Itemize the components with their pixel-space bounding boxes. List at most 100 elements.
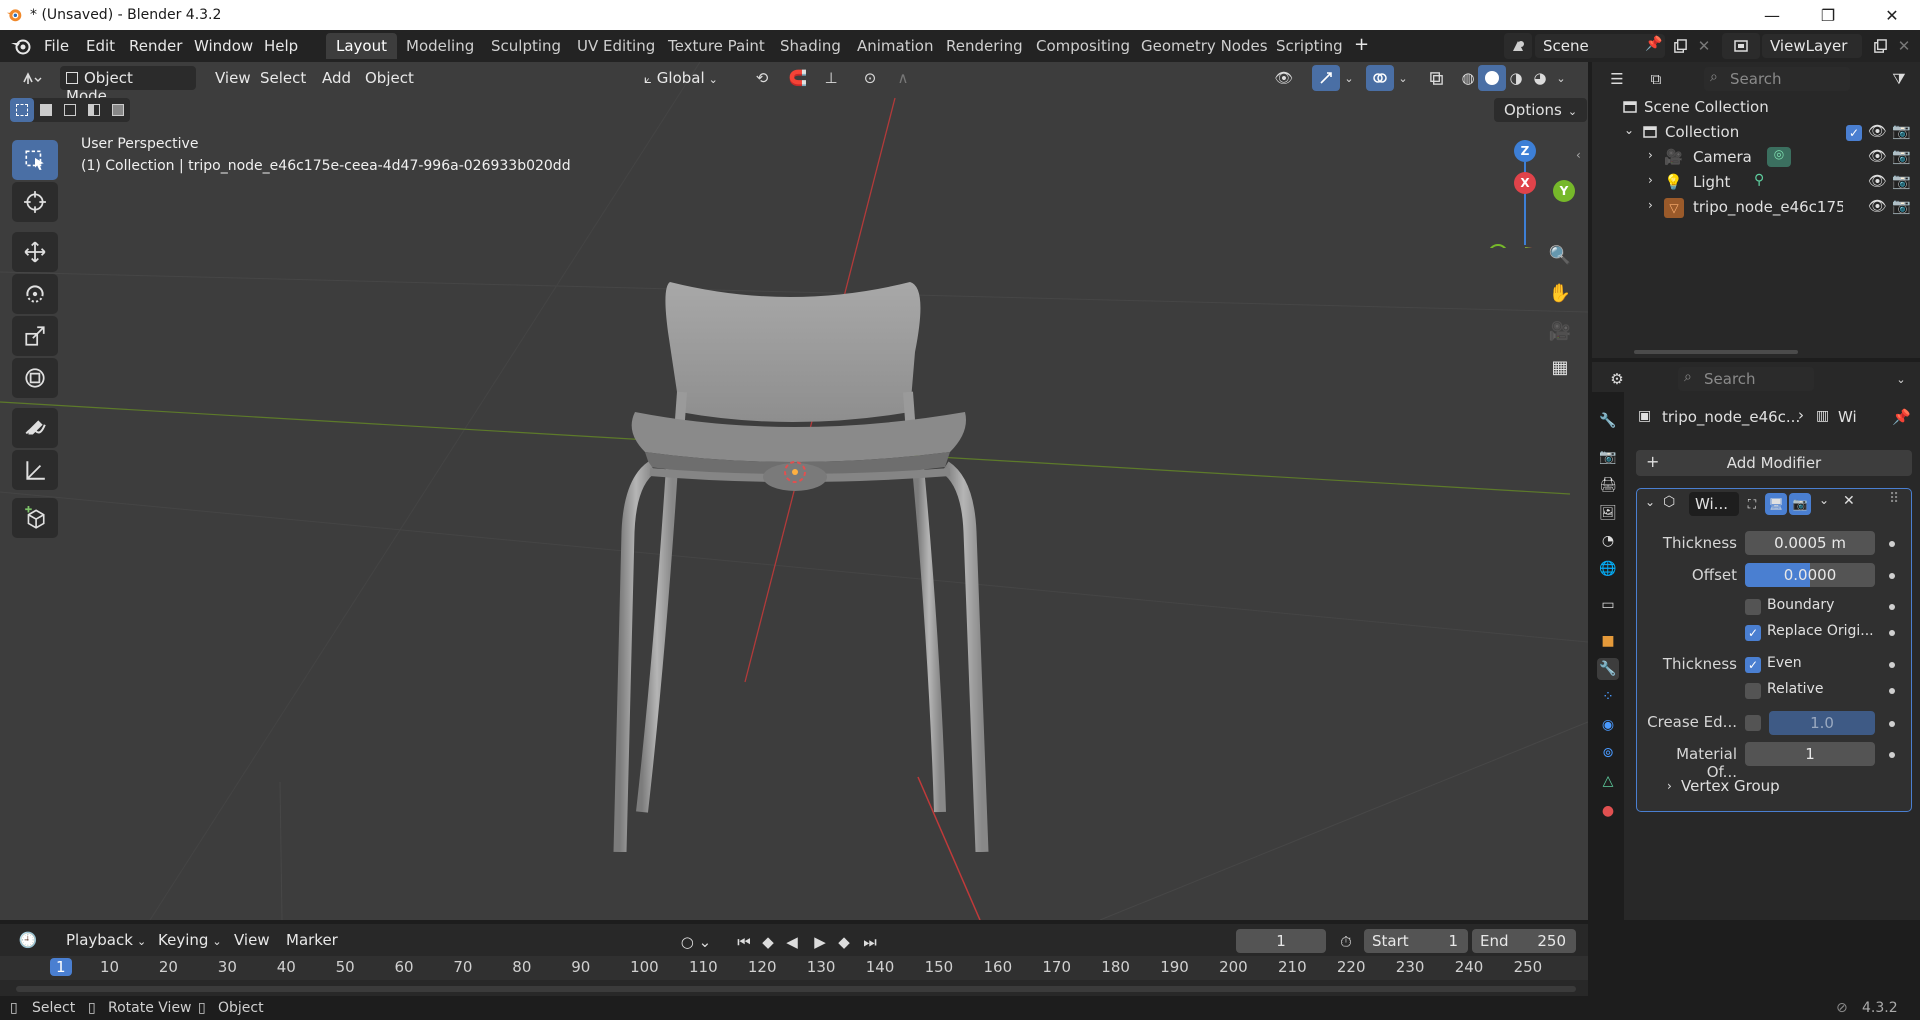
maximize-button[interactable]: ❐ xyxy=(1800,0,1856,30)
add-workspace-button[interactable]: + xyxy=(1348,32,1375,57)
breadcrumb-object[interactable]: tripo_node_e46c... xyxy=(1662,408,1800,426)
vertex-group-chevron-icon[interactable]: › xyxy=(1667,779,1672,793)
tab-geometry-nodes[interactable]: Geometry Nodes xyxy=(1131,33,1278,59)
modifier-menu-chevron-icon[interactable]: ⌄ xyxy=(1819,493,1829,507)
display-mode-icon[interactable]: ⧉ xyxy=(1638,66,1674,92)
vertex-group-subpanel[interactable]: Vertex Group xyxy=(1681,777,1780,795)
add-cube-tool[interactable] xyxy=(12,498,58,538)
proportional-editing-icon[interactable]: ⊙ xyxy=(856,65,884,91)
show-gizmo-icon[interactable] xyxy=(1312,65,1340,91)
cursor-tool[interactable] xyxy=(12,182,58,222)
pin-icon[interactable]: 📌 xyxy=(1892,408,1911,426)
select-box-tool[interactable] xyxy=(12,140,58,180)
properties-options-chevron-icon[interactable]: ⌄ xyxy=(1890,366,1912,392)
thickness-field[interactable]: 0.0005 m xyxy=(1745,531,1875,555)
measure-tool[interactable] xyxy=(12,450,58,490)
even-checkbox[interactable]: ✓ xyxy=(1745,657,1761,673)
gizmo-options-chevron-icon[interactable]: ⌄ xyxy=(1340,65,1358,91)
pan-hand-icon[interactable]: ✋ xyxy=(1545,278,1575,308)
filter-icon[interactable]: ⧩ xyxy=(1882,66,1916,92)
rotate-tool[interactable] xyxy=(12,274,58,314)
gizmo-y-axis[interactable]: Y xyxy=(1553,180,1575,202)
modifier-name-field[interactable]: Wi... xyxy=(1689,492,1739,516)
outliner-scrollbar[interactable] xyxy=(1634,350,1798,354)
overlay-options-chevron-icon[interactable]: ⌄ xyxy=(1394,65,1412,91)
delete-scene-icon[interactable]: ✕ xyxy=(1690,33,1718,59)
render-tab-icon[interactable]: 📷 xyxy=(1597,446,1619,468)
expand-camera-icon[interactable]: › xyxy=(1648,148,1653,162)
render-camera-icon[interactable]: 📷 xyxy=(1892,197,1911,215)
outliner-row-camera[interactable]: › 🎥 Camera ◎ 👁 📷 xyxy=(1592,146,1920,171)
tab-scripting[interactable]: Scripting xyxy=(1266,33,1353,59)
material-offset-field[interactable]: 1 xyxy=(1745,742,1875,766)
eye-icon[interactable]: 👁 xyxy=(1868,172,1887,190)
collapse-chevron-icon[interactable]: ⌄ xyxy=(1645,495,1655,509)
viewport-display-toggle-icon[interactable]: 🖥 xyxy=(1765,493,1787,515)
constraints-tab-icon[interactable]: ⊚ xyxy=(1597,742,1619,764)
falloff-icon[interactable]: ∧ xyxy=(886,65,920,91)
eye-icon[interactable]: 👁 xyxy=(1868,197,1887,215)
tab-modeling[interactable]: Modeling xyxy=(396,33,484,59)
camera-view-icon[interactable]: 🎥 xyxy=(1545,316,1575,346)
light-data-icon[interactable]: ⚲ xyxy=(1754,172,1764,188)
render-camera-icon[interactable]: 📷 xyxy=(1892,147,1911,165)
keyframe-dot[interactable] xyxy=(1889,721,1895,727)
delete-view-layer-icon[interactable]: ✕ xyxy=(1890,33,1918,59)
keyframe-dot[interactable] xyxy=(1889,630,1895,636)
chair-mesh[interactable] xyxy=(590,272,1010,852)
keyframe-dot[interactable] xyxy=(1889,752,1895,758)
select-new-icon[interactable] xyxy=(10,98,34,122)
keyframe-dot[interactable] xyxy=(1889,662,1895,668)
sidebar-toggle-icon[interactable]: ‹ xyxy=(1576,148,1581,162)
drag-handle-icon[interactable]: ⠿ xyxy=(1889,491,1899,507)
shading-options-chevron-icon[interactable]: ⌄ xyxy=(1552,65,1570,91)
current-frame-marker[interactable]: 1 xyxy=(50,958,72,976)
render-toggle-icon[interactable]: 📷 xyxy=(1789,493,1811,515)
ortho-grid-icon[interactable]: ▦ xyxy=(1545,352,1575,382)
snap-toggle-icon[interactable]: 🧲 xyxy=(784,65,812,91)
particles-tab-icon[interactable]: ⁘ xyxy=(1597,686,1619,708)
tab-layout[interactable]: Layout xyxy=(326,33,397,59)
menu-help[interactable]: Help xyxy=(258,35,304,57)
viewport-menu-view[interactable]: View xyxy=(209,67,257,89)
tab-shading[interactable]: Shading xyxy=(770,33,851,59)
data-tab-icon[interactable]: △ xyxy=(1597,770,1619,792)
view-layer-tab-icon[interactable]: 🖼 xyxy=(1597,502,1619,524)
viewport-menu-object[interactable]: Object xyxy=(359,67,420,89)
menu-edit[interactable]: Edit xyxy=(80,35,121,57)
show-overlays-icon[interactable] xyxy=(1366,65,1394,91)
object-mode-dropdown[interactable]: Object Mode⌄ xyxy=(60,66,196,105)
render-camera-icon[interactable]: 📷 xyxy=(1892,172,1911,190)
scene-tab-icon[interactable]: ◔ xyxy=(1597,530,1619,552)
viewport-menu-select[interactable]: Select xyxy=(254,67,312,89)
select-invert-icon[interactable] xyxy=(82,98,106,122)
outliner-editor-type-icon[interactable]: ☰ xyxy=(1600,66,1634,92)
remove-modifier-icon[interactable]: ✕ xyxy=(1843,493,1855,509)
render-camera-icon[interactable]: 📷 xyxy=(1892,122,1911,140)
view-layer-selector-icon[interactable] xyxy=(1722,33,1760,59)
pivot-point-icon[interactable]: ⟲ xyxy=(744,65,780,91)
menu-render[interactable]: Render xyxy=(123,35,188,57)
eye-icon[interactable]: 👁 xyxy=(1868,147,1887,165)
camera-data-icon[interactable]: ◎ xyxy=(1767,147,1791,167)
output-tab-icon[interactable]: 🖨 xyxy=(1597,474,1619,496)
modifier-tab-icon[interactable]: 🔧 xyxy=(1597,658,1619,680)
minimize-button[interactable]: — xyxy=(1744,0,1800,30)
close-window-button[interactable]: ✕ xyxy=(1864,0,1920,30)
material-tab-icon[interactable]: ● xyxy=(1597,800,1619,822)
editor-type-icon[interactable] xyxy=(14,65,50,91)
scene-selector-icon[interactable] xyxy=(1504,33,1532,59)
menu-window[interactable]: Window xyxy=(188,35,259,57)
keyframe-dot[interactable] xyxy=(1889,573,1895,579)
tab-compositing[interactable]: Compositing xyxy=(1026,33,1140,59)
properties-search-input[interactable]: ⌕ Search xyxy=(1678,367,1814,391)
menu-file[interactable]: File xyxy=(38,35,75,57)
tab-animation[interactable]: Animation xyxy=(847,33,943,59)
relative-checkbox[interactable] xyxy=(1745,683,1761,699)
keyframe-dot[interactable] xyxy=(1889,541,1895,547)
scale-tool[interactable] xyxy=(12,316,58,356)
edit-mode-toggle-icon[interactable]: ⛶ xyxy=(1741,493,1763,515)
keyframe-dot[interactable] xyxy=(1889,604,1895,610)
world-tab-icon[interactable]: 🌐 xyxy=(1597,558,1619,580)
visibility-selectability-icon[interactable]: 👁 xyxy=(1264,65,1304,91)
